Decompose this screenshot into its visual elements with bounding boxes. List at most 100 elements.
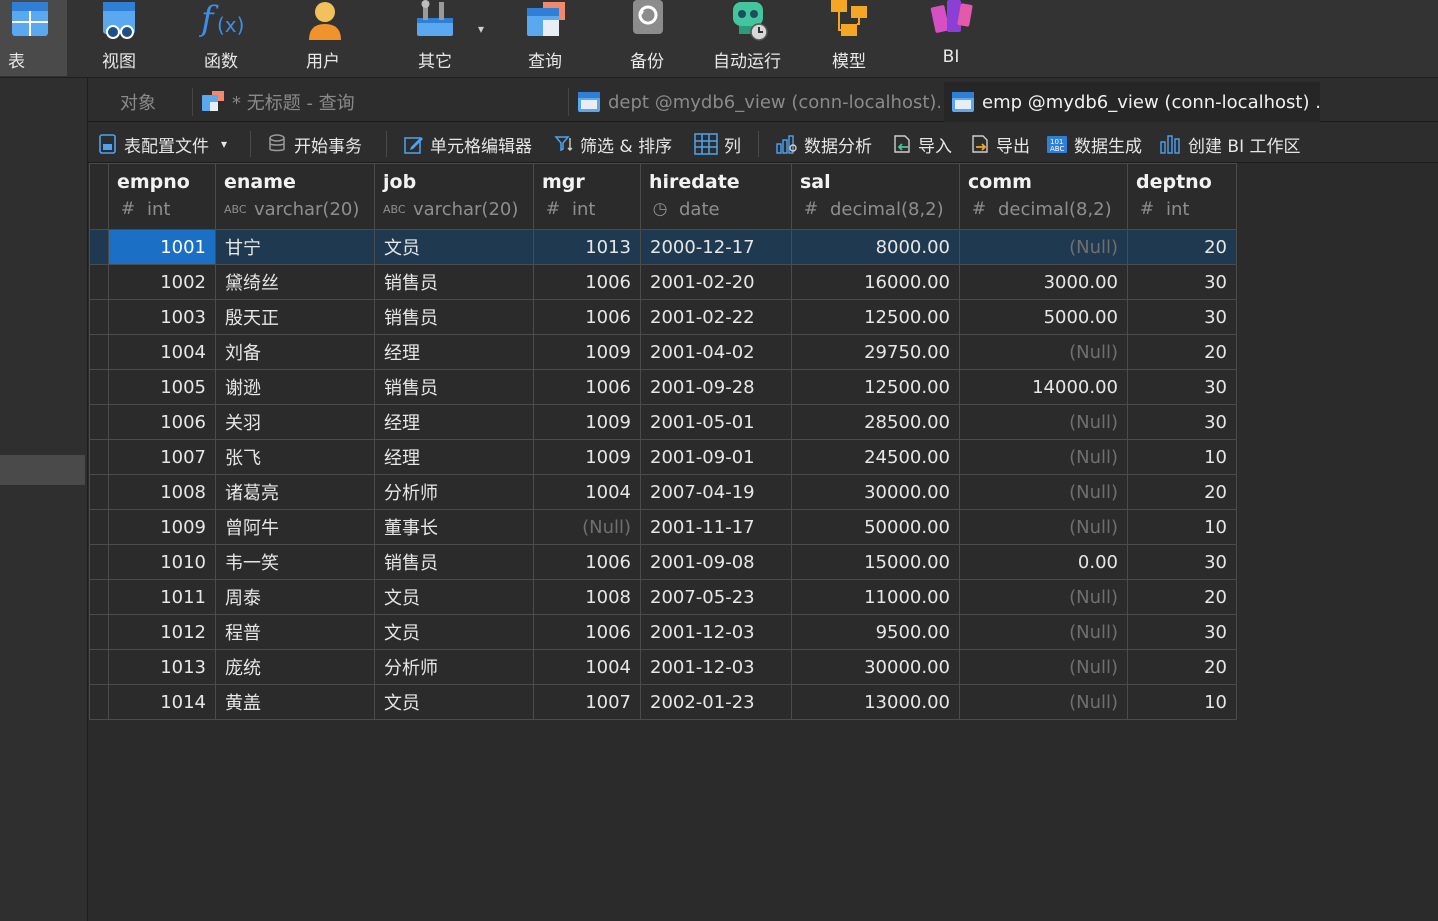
cell-mgr[interactable]: 1006 [533,299,641,335]
cell-empno[interactable]: 1014 [108,684,216,720]
cell-job[interactable]: 分析师 [374,474,534,510]
cell-ename[interactable]: 关羽 [215,404,375,440]
cell-deptno[interactable]: 30 [1127,404,1237,440]
export-button[interactable]: 导出 [970,129,1030,159]
ribbon-query-button[interactable]: 查询 [518,0,572,76]
cell-hiredate[interactable]: 2007-05-23 [640,579,792,615]
cell-sal[interactable]: 8000.00 [791,229,960,265]
cell-deptno[interactable]: 30 [1127,299,1237,335]
cell-empno[interactable]: 1013 [108,649,216,685]
ribbon-function-button[interactable]: f (x) 函数 [194,0,248,76]
column-header-deptno[interactable]: deptno # int [1127,163,1237,230]
cell-sal[interactable]: 30000.00 [791,474,960,510]
cell-mgr[interactable]: 1006 [533,544,641,580]
cell-job[interactable]: 董事长 [374,509,534,545]
table-row[interactable]: 1006 关羽 经理 1009 2001-05-01 28500.00 (Null) 30 [89,404,1237,440]
cell-deptno[interactable]: 10 [1127,439,1237,475]
cell-deptno[interactable]: 30 [1127,264,1237,300]
cell-hiredate[interactable]: 2001-11-17 [640,509,792,545]
cell-empno[interactable]: 1009 [108,509,216,545]
table-row[interactable]: 1014 黄盖 文员 1007 2002-01-23 13000.00 (Null) 10 [89,684,1237,720]
cell-job[interactable]: 经理 [374,334,534,370]
cell-job[interactable]: 经理 [374,439,534,475]
tab-emp[interactable]: emp @mydb6_view (conn-localhost) ... [944,82,1320,122]
column-header-job[interactable]: job ABC varchar(20) [374,163,534,230]
cell-comm[interactable]: (Null) [959,684,1128,720]
cell-sal[interactable]: 30000.00 [791,649,960,685]
ribbon-backup-button[interactable]: 备份 [620,0,674,76]
ribbon-table-button[interactable]: 表 [0,0,67,76]
column-header-mgr[interactable]: mgr # int [533,163,641,230]
cell-sal[interactable]: 12500.00 [791,299,960,335]
cell-hiredate[interactable]: 2001-02-22 [640,299,792,335]
table-row[interactable]: 1002 黛绮丝 销售员 1006 2001-02-20 16000.00 3000.00 3… [89,264,1237,300]
cell-hiredate[interactable]: 2007-04-19 [640,474,792,510]
cell-comm[interactable]: (Null) [959,614,1128,650]
row-header[interactable] [89,299,109,335]
cell-sal[interactable]: 11000.00 [791,579,960,615]
cell-mgr[interactable]: 1009 [533,404,641,440]
cell-mgr[interactable]: 1009 [533,439,641,475]
cell-hiredate[interactable]: 2001-02-20 [640,264,792,300]
cell-sal[interactable]: 12500.00 [791,369,960,405]
cell-ename[interactable]: 刘备 [215,334,375,370]
table-row[interactable]: 1009 曾阿牛 董事长 (Null) 2001-11-17 50000.00 (Null)… [89,509,1237,545]
cell-comm[interactable]: 3000.00 [959,264,1128,300]
cell-mgr[interactable]: 1013 [533,229,641,265]
table-row[interactable]: 1007 张飞 经理 1009 2001-09-01 24500.00 (Null) 10 [89,439,1237,475]
cell-sal[interactable]: 16000.00 [791,264,960,300]
cell-empno[interactable]: 1006 [108,404,216,440]
ribbon-automation-button[interactable]: 自动运行 [708,0,786,76]
cell-job[interactable]: 文员 [374,229,534,265]
cell-mgr[interactable]: 1006 [533,614,641,650]
data-generation-button[interactable]: 101 ABC 数据生成 [1046,129,1142,159]
filter-sort-button[interactable]: 筛选 & 排序 [554,129,672,159]
cell-comm[interactable]: 0.00 [959,544,1128,580]
others-dropdown-icon[interactable]: ▾ [478,22,484,36]
cell-deptno[interactable]: 20 [1127,229,1237,265]
cell-ename[interactable]: 殷天正 [215,299,375,335]
cell-sal[interactable]: 29750.00 [791,334,960,370]
cell-hiredate[interactable]: 2001-12-03 [640,649,792,685]
ribbon-others-button[interactable]: 其它 [408,0,462,76]
cell-empno[interactable]: 1001 [108,229,216,265]
table-profile-button[interactable]: 表配置文件 ▾ [98,129,227,159]
cell-empno[interactable]: 1005 [108,369,216,405]
cell-hiredate[interactable]: 2001-09-08 [640,544,792,580]
cell-ename[interactable]: 甘宁 [215,229,375,265]
cell-mgr[interactable]: 1008 [533,579,641,615]
cell-hiredate[interactable]: 2002-01-23 [640,684,792,720]
cell-comm[interactable]: (Null) [959,474,1128,510]
cell-job[interactable]: 销售员 [374,264,534,300]
cell-sal[interactable]: 9500.00 [791,614,960,650]
table-row[interactable]: 1010 韦一笑 销售员 1006 2001-09-08 15000.00 0.00 30 [89,544,1237,580]
cell-ename[interactable]: 黄盖 [215,684,375,720]
cell-mgr[interactable]: 1006 [533,264,641,300]
cell-empno[interactable]: 1003 [108,299,216,335]
cell-deptno[interactable]: 20 [1127,474,1237,510]
cell-job[interactable]: 销售员 [374,369,534,405]
cell-deptno[interactable]: 30 [1127,369,1237,405]
cell-job[interactable]: 经理 [374,404,534,440]
cell-job[interactable]: 文员 [374,684,534,720]
cell-ename[interactable]: 庞统 [215,649,375,685]
cell-comm[interactable]: (Null) [959,579,1128,615]
cell-job[interactable]: 销售员 [374,544,534,580]
cell-mgr[interactable]: (Null) [533,509,641,545]
cell-deptno[interactable]: 10 [1127,684,1237,720]
data-analysis-button[interactable]: 数据分析 [776,129,872,159]
cell-hiredate[interactable]: 2001-04-02 [640,334,792,370]
cell-mgr[interactable]: 1009 [533,334,641,370]
table-row[interactable]: 1003 殷天正 销售员 1006 2001-02-22 12500.00 5000.00 3… [89,299,1237,335]
cell-mgr[interactable]: 1004 [533,649,641,685]
row-header[interactable] [89,579,109,615]
cell-mgr[interactable]: 1006 [533,369,641,405]
cell-comm[interactable]: (Null) [959,649,1128,685]
table-row[interactable]: 1004 刘备 经理 1009 2001-04-02 29750.00 (Null) 20 [89,334,1237,370]
cell-job[interactable]: 文员 [374,614,534,650]
row-header[interactable] [89,614,109,650]
tab-dept[interactable]: dept @mydb6_view (conn-localhost)... [570,82,940,122]
corner-cell[interactable] [89,163,109,230]
row-header[interactable] [89,649,109,685]
cell-comm[interactable]: (Null) [959,334,1128,370]
